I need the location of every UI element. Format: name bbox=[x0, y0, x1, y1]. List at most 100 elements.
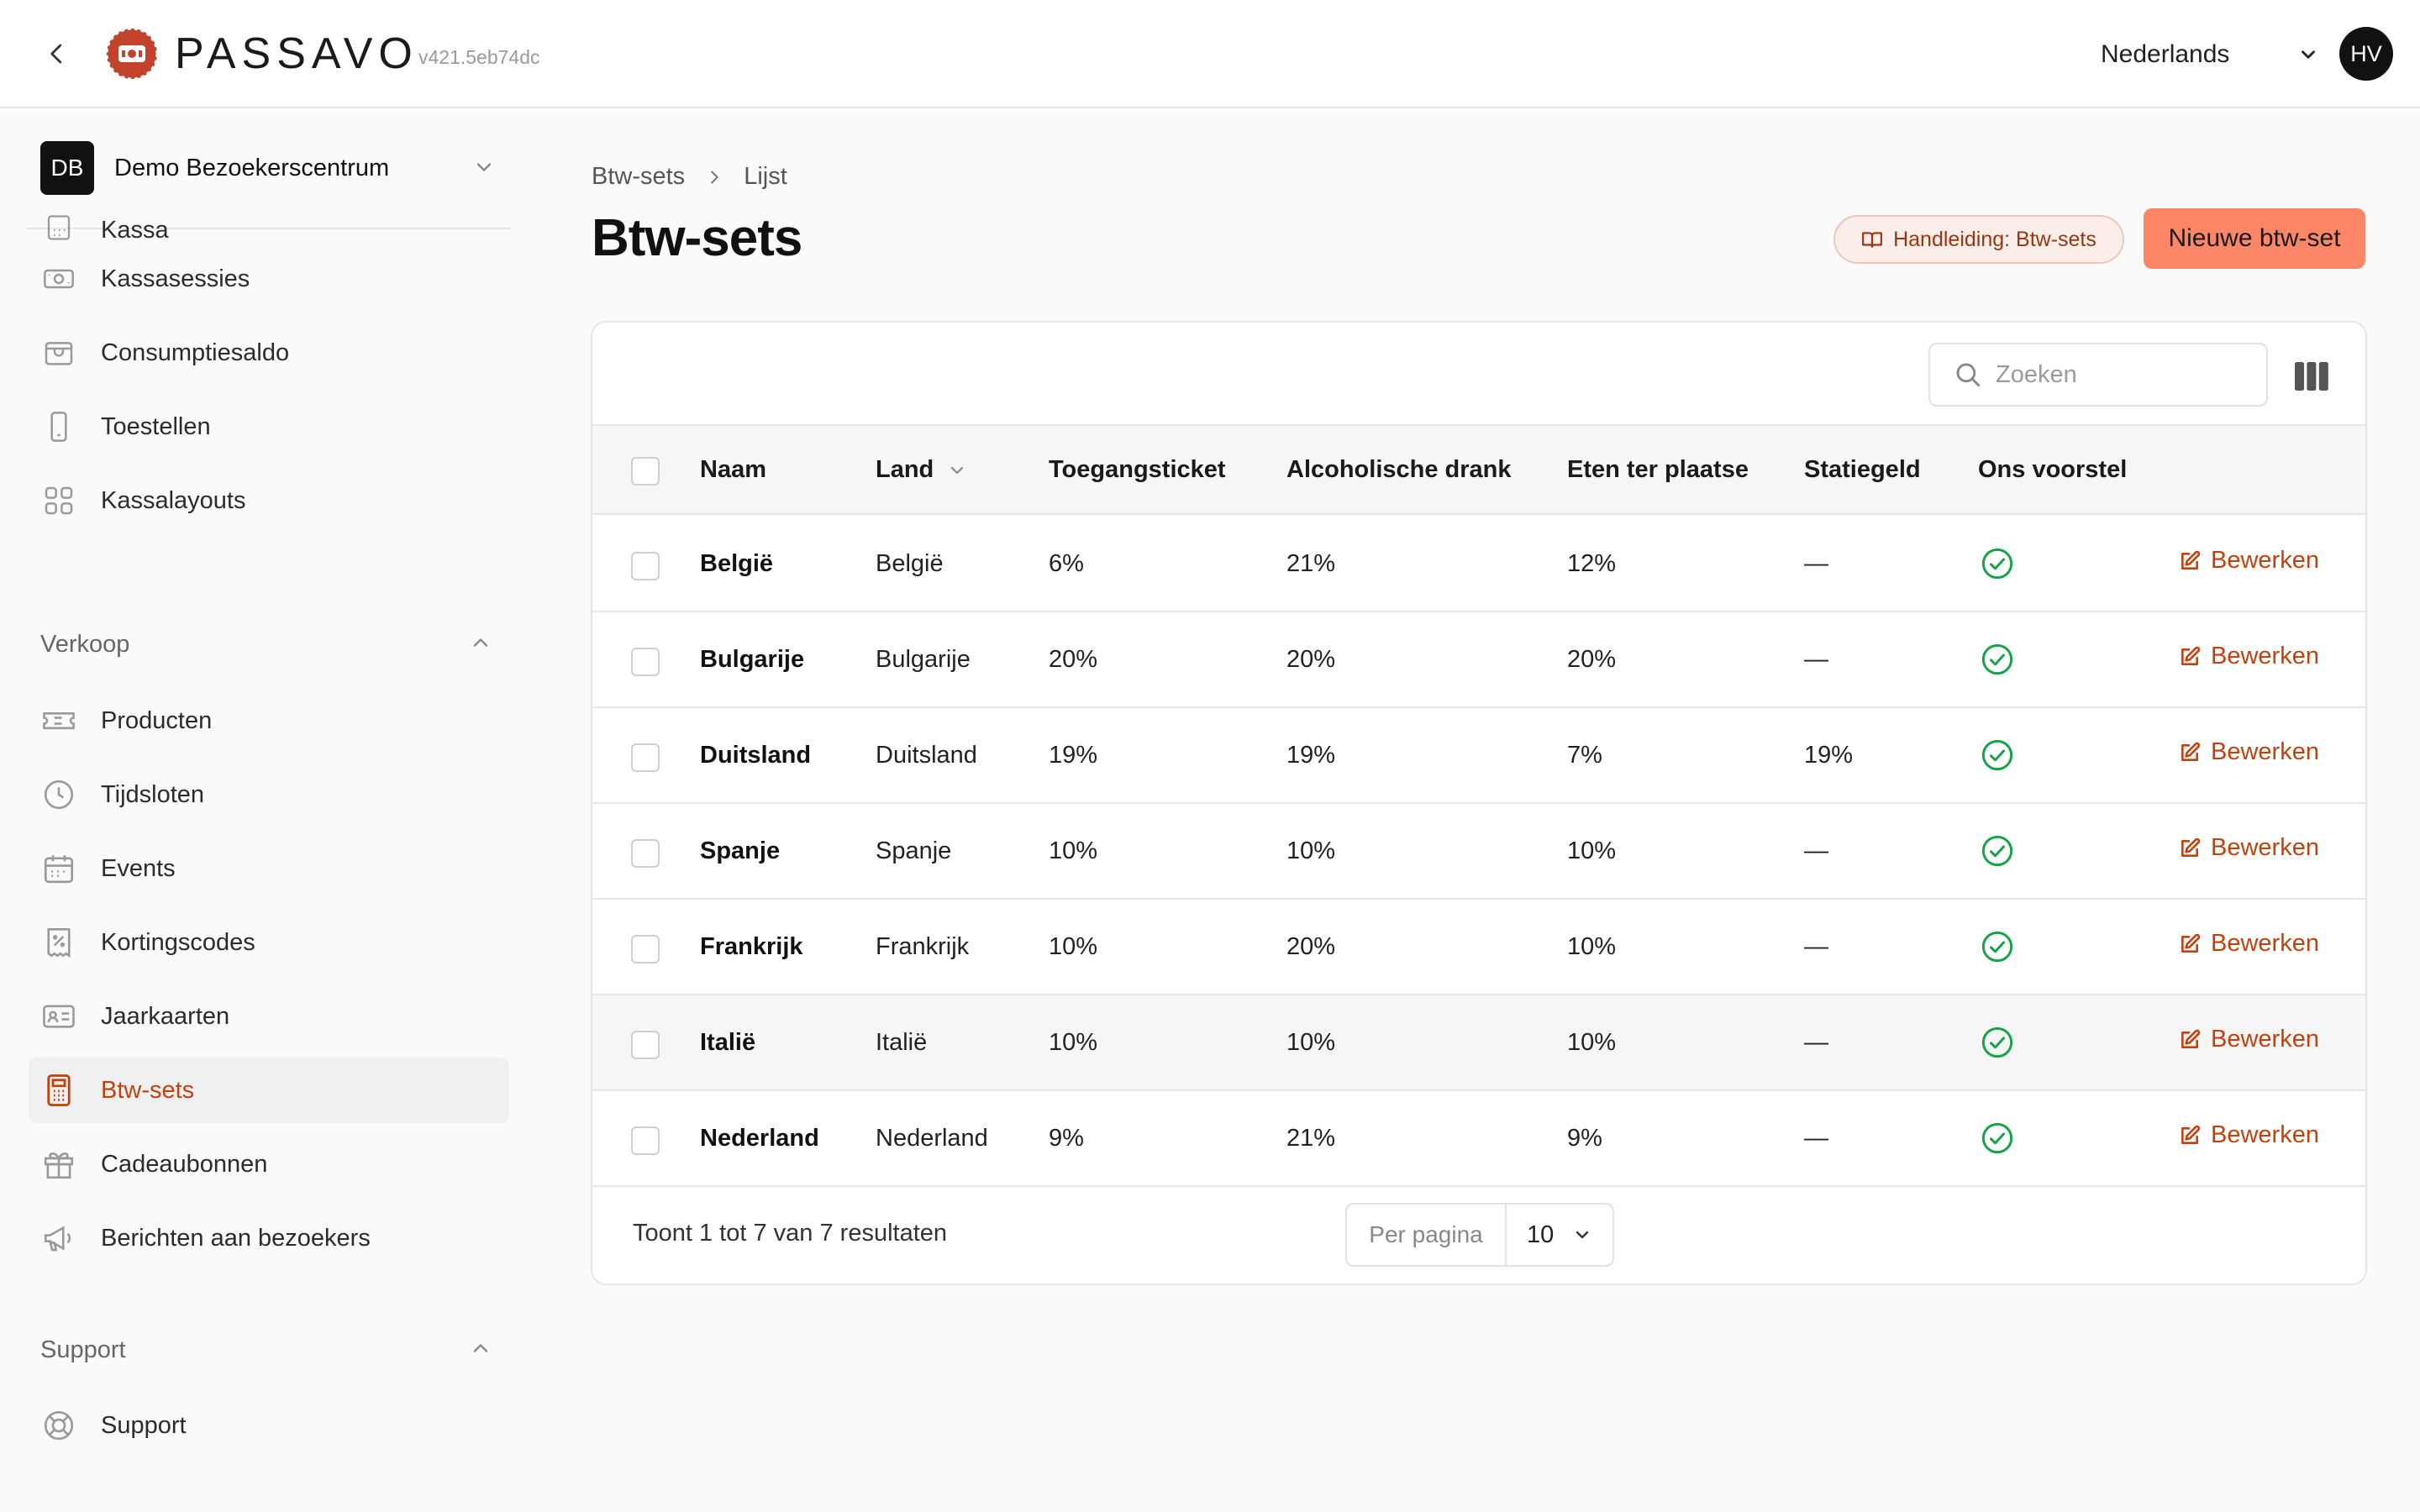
edit-link[interactable]: Bewerken bbox=[2179, 1121, 2319, 1149]
edit-link[interactable]: Bewerken bbox=[2179, 834, 2319, 862]
row-checkbox[interactable] bbox=[631, 648, 660, 676]
edit-link-label: Bewerken bbox=[2211, 643, 2319, 669]
column-header-land[interactable]: Land bbox=[876, 456, 967, 484]
sidebar-item-jaarkaarten[interactable]: Jaarkaarten bbox=[29, 984, 509, 1049]
sidebar-item-events[interactable]: Events bbox=[29, 836, 509, 901]
edit-link-label: Bewerken bbox=[2211, 930, 2319, 957]
columns-toggle-button[interactable] bbox=[2293, 360, 2330, 393]
edit-link[interactable]: Bewerken bbox=[2179, 547, 2319, 575]
sidebar-item-cadeaubonnen[interactable]: Cadeaubonnen bbox=[29, 1131, 509, 1197]
search-input[interactable] bbox=[1996, 360, 2248, 389]
row-checkbox[interactable] bbox=[631, 1031, 660, 1059]
column-header-alcoholische-drank[interactable]: Alcoholische drank bbox=[1286, 456, 1512, 484]
column-header-statiegeld[interactable]: Statiegeld bbox=[1804, 456, 1921, 484]
row-checkbox[interactable] bbox=[631, 839, 660, 868]
cell-naam: Spanje bbox=[700, 837, 781, 864]
sidebar-item-support[interactable]: Support bbox=[29, 1393, 509, 1458]
cell-land: Bulgarije bbox=[876, 646, 971, 673]
per-page-select[interactable]: 10 bbox=[1507, 1205, 1612, 1265]
chevron-down-icon bbox=[2302, 50, 2315, 59]
cell-naam: Bulgarije bbox=[700, 646, 805, 673]
user-avatar[interactable]: HV bbox=[2339, 27, 2393, 81]
table-row[interactable]: Duitsland Duitsland 19% 19% 7% 19% Bewerken bbox=[592, 708, 2365, 804]
check-circle-icon bbox=[1981, 643, 2013, 675]
table-row[interactable]: Bulgarije Bulgarije 20% 20% 20% — Bewerken bbox=[592, 612, 2365, 708]
manual-button[interactable]: Handleiding: Btw-sets bbox=[1833, 215, 2124, 264]
edit-link[interactable]: Bewerken bbox=[2179, 643, 2319, 670]
sidebar-item-consumptiesaldo[interactable]: Consumptiesaldo bbox=[29, 320, 509, 386]
table-row[interactable]: Frankrijk Frankrijk 10% 20% 10% — Bewerken bbox=[592, 900, 2365, 995]
sidebar-item-btw-sets[interactable]: Btw-sets bbox=[29, 1058, 509, 1123]
cell-alcohol: 19% bbox=[1286, 742, 1336, 769]
sidebar-item-producten[interactable]: Producten bbox=[29, 688, 509, 753]
table-row[interactable]: Italië Italië 10% 10% 10% — Bewerken bbox=[592, 995, 2365, 1091]
edit-icon bbox=[2179, 1125, 2201, 1147]
breadcrumb-parent-link[interactable]: Btw-sets bbox=[592, 163, 685, 191]
row-checkbox[interactable] bbox=[631, 552, 660, 580]
column-header-eten-ter-plaatse[interactable]: Eten ter plaatse bbox=[1567, 456, 1749, 484]
column-header-naam[interactable]: Naam bbox=[700, 456, 766, 484]
sidebar-item-berichten-aan-bezoekers[interactable]: Berichten aan bezoekers bbox=[29, 1205, 509, 1271]
app-version: v421.5eb74dc bbox=[418, 46, 540, 68]
org-name: Demo Bezoekerscentrum bbox=[114, 154, 390, 181]
edit-link[interactable]: Bewerken bbox=[2179, 738, 2319, 766]
cell-alcohol: 20% bbox=[1286, 933, 1336, 960]
sidebar-item-kassa[interactable]: Kassa bbox=[29, 211, 509, 246]
sidebar-item-kassasessies[interactable]: Kassasessies bbox=[29, 246, 509, 312]
edit-icon bbox=[2179, 550, 2201, 572]
sidebar-item-label: Tijdsloten bbox=[101, 780, 205, 808]
new-vat-set-button[interactable]: Nieuwe btw-set bbox=[2144, 208, 2365, 269]
table-row[interactable]: Nederland Nederland 9% 21% 9% — Bewerken bbox=[592, 1091, 2365, 1187]
table-header: Naam Land Toegangsticket Alcoholische dr… bbox=[592, 424, 2365, 515]
cell-statiegeld: — bbox=[1804, 1125, 1828, 1152]
organization-switcher[interactable]: DB Demo Bezoekerscentrum bbox=[40, 140, 511, 196]
cell-alcohol: 21% bbox=[1286, 1125, 1336, 1152]
breadcrumb-current: Lijst bbox=[744, 163, 787, 190]
sidebar-item-tijdsloten[interactable]: Tijdsloten bbox=[29, 762, 509, 827]
edit-link[interactable]: Bewerken bbox=[2179, 1026, 2319, 1053]
page-title: Btw-sets bbox=[592, 209, 802, 267]
sidebar-item-label: Producten bbox=[101, 706, 213, 734]
chevron-up-icon[interactable] bbox=[469, 1336, 492, 1360]
grid-icon bbox=[40, 482, 77, 519]
check-circle-icon bbox=[1981, 548, 2013, 580]
sort-chevron-down-icon bbox=[951, 466, 964, 474]
cell-alcohol: 10% bbox=[1286, 837, 1336, 864]
language-select[interactable]: Nederlands bbox=[2101, 32, 2319, 77]
check-circle-icon bbox=[1981, 1122, 2013, 1154]
wallet-icon bbox=[40, 334, 77, 371]
edit-icon bbox=[2179, 933, 2201, 955]
edit-link-label: Bewerken bbox=[2211, 738, 2319, 765]
cell-toegang: 6% bbox=[1049, 550, 1084, 577]
org-avatar: DB bbox=[40, 141, 94, 195]
chevron-left-icon bbox=[50, 44, 62, 64]
column-header-ons-voorstel[interactable]: Ons voorstel bbox=[1978, 456, 2127, 484]
column-header-toegangsticket[interactable]: Toegangsticket bbox=[1049, 456, 1226, 484]
chevron-up-icon[interactable] bbox=[469, 631, 492, 654]
sidebar-item-kassalayouts[interactable]: Kassalayouts bbox=[29, 468, 509, 533]
edit-link[interactable]: Bewerken bbox=[2179, 930, 2319, 958]
back-button[interactable] bbox=[37, 34, 77, 74]
sidebar-item-kortingscodes[interactable]: Kortingscodes bbox=[29, 910, 509, 975]
row-checkbox[interactable] bbox=[631, 1126, 660, 1155]
search-icon bbox=[1954, 360, 1982, 389]
sidebar-item-toestellen[interactable]: Toestellen bbox=[29, 394, 509, 459]
sidebar-item-label: Jaarkaarten bbox=[101, 1002, 230, 1030]
row-checkbox[interactable] bbox=[631, 935, 660, 963]
per-page-control: Per pagina 10 bbox=[1345, 1203, 1614, 1267]
cell-land: Duitsland bbox=[876, 742, 977, 769]
select-all-checkbox[interactable] bbox=[631, 457, 660, 486]
row-checkbox[interactable] bbox=[631, 743, 660, 772]
cell-eten: 10% bbox=[1567, 837, 1617, 864]
per-page-value: 10 bbox=[1527, 1221, 1555, 1248]
edit-link-label: Bewerken bbox=[2211, 1026, 2319, 1053]
sidebar: DB Demo Bezoekerscentrum Kassa Kassasess… bbox=[0, 110, 516, 1512]
edit-icon bbox=[2179, 1029, 2201, 1051]
table-row[interactable]: Spanje Spanje 10% 10% 10% — Bewerken bbox=[592, 804, 2365, 900]
column-header-label: Land bbox=[876, 456, 934, 483]
cell-toegang: 10% bbox=[1049, 1029, 1098, 1056]
megaphone-icon bbox=[40, 1220, 77, 1257]
search-field[interactable] bbox=[1928, 343, 2268, 407]
cell-eten: 7% bbox=[1567, 742, 1602, 769]
table-row[interactable]: België België 6% 21% 12% — Bewerken bbox=[592, 517, 2365, 612]
